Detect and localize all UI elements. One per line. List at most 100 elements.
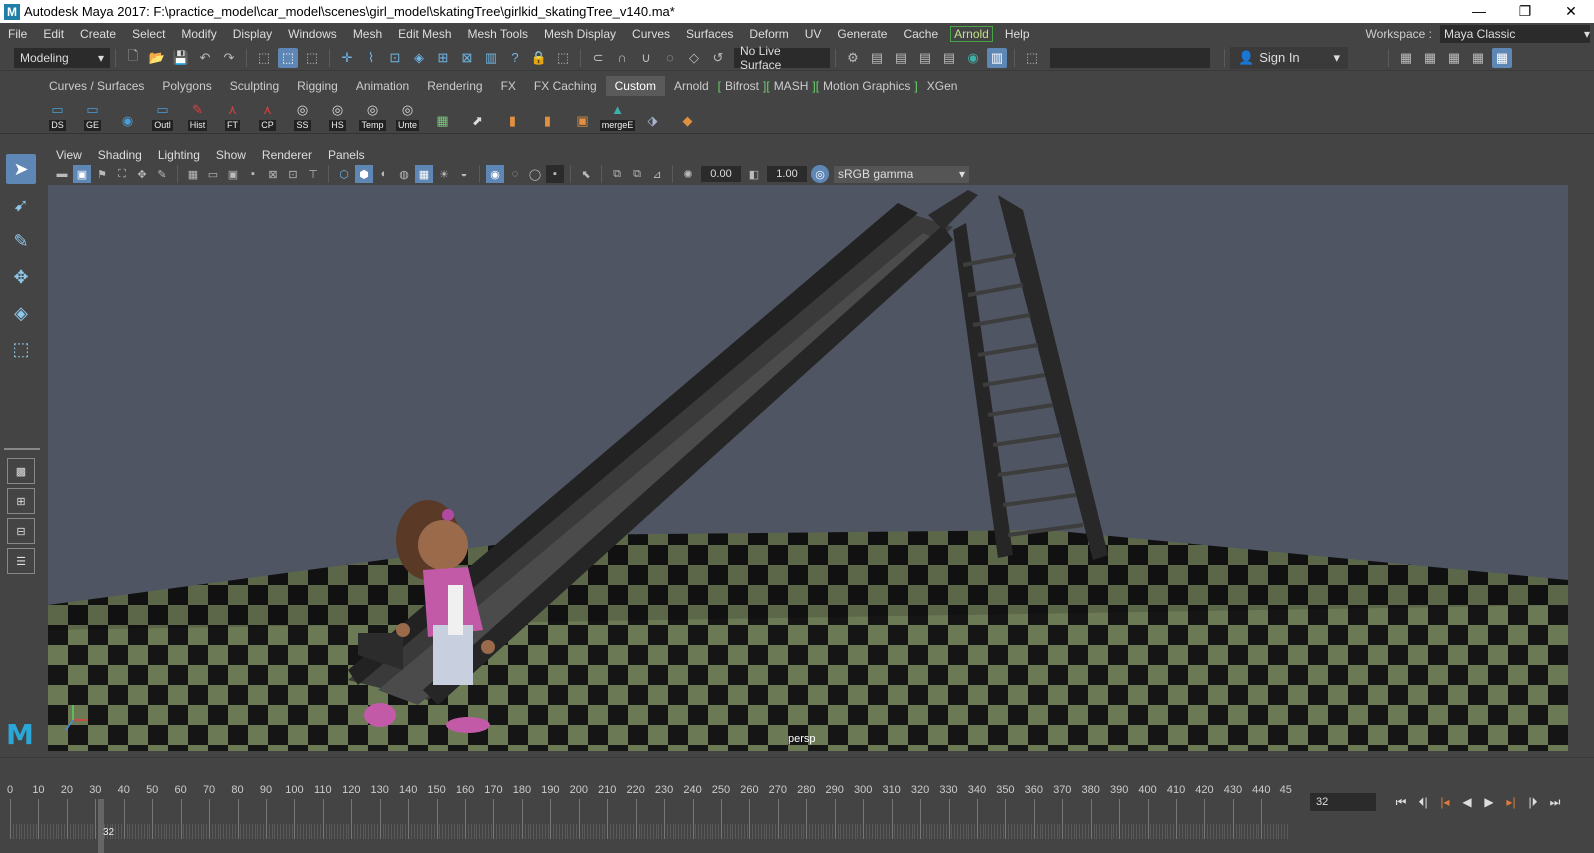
- side-by-side-layout-icon[interactable]: ⊟: [7, 518, 35, 544]
- use-all-lights-icon[interactable]: ☀: [435, 165, 453, 183]
- live-snap-icon[interactable]: ↺: [708, 48, 728, 68]
- snap-curve-icon[interactable]: ⌇: [361, 48, 381, 68]
- tab-rendering[interactable]: Rendering: [418, 76, 491, 96]
- shelf-button[interactable]: ⋏ CP: [252, 99, 284, 131]
- grid-icon[interactable]: ▦: [184, 165, 202, 183]
- tab-polygons[interactable]: Polygons: [153, 76, 220, 96]
- perspective-viewport[interactable]: persp: [48, 185, 1568, 751]
- render-current-icon[interactable]: ▤: [867, 48, 887, 68]
- tool-settings-icon[interactable]: ▦: [1444, 48, 1464, 68]
- step-back-key-icon[interactable]: |◂: [1434, 792, 1456, 812]
- tab-motion-graphics[interactable]: Motion Graphics: [819, 76, 914, 96]
- safe-title-icon[interactable]: ⊤: [304, 165, 322, 183]
- four-view-layout-icon[interactable]: ⊞: [7, 488, 35, 514]
- attribute-editor-icon[interactable]: ▦: [1420, 48, 1440, 68]
- xray-joints-icon[interactable]: ⧉: [608, 165, 626, 183]
- redo-icon[interactable]: ↷: [219, 48, 239, 68]
- range-slider-bar[interactable]: [0, 757, 1594, 781]
- panel-menu-renderer[interactable]: Renderer: [254, 148, 320, 162]
- select-hierarchy-icon[interactable]: ⬚: [254, 48, 274, 68]
- modeling-toolkit-icon[interactable]: ▦: [1396, 48, 1416, 68]
- workspace-dropdown[interactable]: Maya Classic ▾: [1440, 25, 1590, 43]
- menu-display[interactable]: Display: [225, 27, 280, 41]
- menu-set-dropdown[interactable]: Modeling ▾: [14, 47, 110, 68]
- menu-curves[interactable]: Curves: [624, 27, 678, 41]
- shelf-button[interactable]: ▭ Outl: [147, 99, 179, 131]
- tab-xgen[interactable]: XGen: [918, 76, 967, 96]
- magnet-icon[interactable]: ⊂: [588, 48, 608, 68]
- make-live-icon[interactable]: ⊠: [457, 48, 477, 68]
- layer-editor-icon[interactable]: ▦: [1492, 47, 1512, 68]
- menu-mesh-tools[interactable]: Mesh Tools: [460, 27, 536, 41]
- render-view-icon[interactable]: ▤: [939, 48, 959, 68]
- exposure-icon[interactable]: ✺: [679, 165, 697, 183]
- gamma-field[interactable]: 1.00: [767, 166, 807, 182]
- wireframe-on-shaded-icon[interactable]: ◍: [395, 165, 413, 183]
- select-component-icon[interactable]: ⬚: [302, 48, 322, 68]
- select-object-icon[interactable]: ⬚: [278, 47, 298, 68]
- snap-view-plane-icon[interactable]: ◈: [409, 48, 429, 68]
- tab-fx-caching[interactable]: FX Caching: [525, 76, 606, 96]
- shelf-button[interactable]: ▮: [532, 99, 564, 131]
- menu-arnold[interactable]: Arnold: [950, 26, 993, 42]
- lasso-tool-icon[interactable]: ➹: [6, 190, 36, 220]
- close-button[interactable]: ✕: [1548, 3, 1594, 20]
- anti-aliasing-icon[interactable]: ▪: [546, 165, 564, 183]
- safe-action-icon[interactable]: ⊡: [284, 165, 302, 183]
- shelf-button[interactable]: ◉: [112, 99, 144, 131]
- ambient-occlusion-icon[interactable]: ◌: [506, 165, 524, 183]
- ipr-render-icon[interactable]: ▤: [915, 48, 935, 68]
- menu-windows[interactable]: Windows: [280, 27, 345, 41]
- tab-arnold[interactable]: Arnold: [665, 76, 718, 96]
- film-gate-icon[interactable]: ▭: [204, 165, 222, 183]
- image-plane-icon[interactable]: ⛶: [113, 165, 131, 183]
- panel-menu-view[interactable]: View: [48, 148, 90, 162]
- step-forward-key-icon[interactable]: ▸|: [1500, 792, 1522, 812]
- undo-icon[interactable]: ↶: [195, 48, 215, 68]
- menu-edit[interactable]: Edit: [35, 27, 72, 41]
- play-forwards-icon[interactable]: ▶: [1478, 792, 1500, 812]
- arnold-renderview-icon[interactable]: ▥: [987, 47, 1007, 68]
- shelf-button[interactable]: ⬗: [637, 99, 669, 131]
- shelf-button[interactable]: ▮: [497, 99, 529, 131]
- shelf-button[interactable]: ◎ Unte: [392, 99, 424, 131]
- render-sequence-icon[interactable]: ▤: [891, 48, 911, 68]
- plane-snap-icon[interactable]: ◇: [684, 48, 704, 68]
- shelf-button[interactable]: ▲ mergeE: [599, 99, 636, 131]
- shelf-button[interactable]: ◎ HS: [322, 99, 354, 131]
- tab-bifrost[interactable]: Bifrost: [721, 76, 763, 96]
- default-material-icon[interactable]: ◐: [375, 165, 393, 183]
- surface-snap-icon[interactable]: ∪: [636, 48, 656, 68]
- bookmark-icon[interactable]: ⚑: [93, 165, 111, 183]
- outliner-layout-icon[interactable]: ☰: [7, 548, 35, 574]
- isolate-select-icon[interactable]: ⬉: [577, 165, 595, 183]
- tab-custom[interactable]: Custom: [605, 76, 665, 96]
- gate-mask-icon[interactable]: ▪: [244, 165, 262, 183]
- live-surface-field[interactable]: No Live Surface: [734, 44, 830, 72]
- shelf-button[interactable]: ✎ Hist: [182, 99, 214, 131]
- menu-deform[interactable]: Deform: [741, 27, 796, 41]
- panel-menu-shading[interactable]: Shading: [90, 148, 150, 162]
- single-perspective-layout-icon[interactable]: ▩: [7, 458, 35, 484]
- tab-rigging[interactable]: Rigging: [288, 76, 347, 96]
- menu-mesh[interactable]: Mesh: [345, 27, 390, 41]
- shelf-button[interactable]: ◎ Temp: [357, 99, 389, 131]
- lock-icon[interactable]: 🔒: [529, 48, 549, 68]
- textured-icon[interactable]: ▦: [415, 165, 433, 183]
- paint-select-tool-icon[interactable]: ✎: [6, 226, 36, 256]
- menu-file[interactable]: File: [0, 27, 35, 41]
- scale-tool-icon[interactable]: ⬚: [6, 334, 36, 364]
- menu-help[interactable]: Help: [997, 27, 1038, 41]
- snap-point-icon[interactable]: ⊡: [385, 48, 405, 68]
- go-to-end-icon[interactable]: ⏭: [1544, 792, 1566, 812]
- snap-vertex-icon[interactable]: ▥: [481, 48, 501, 68]
- camera-attributes-icon[interactable]: ▣: [73, 165, 91, 183]
- select-camera-icon[interactable]: ▬: [53, 165, 71, 183]
- shadows-icon[interactable]: ◒: [455, 165, 473, 183]
- xray-active-icon[interactable]: ⧉: [628, 165, 646, 183]
- color-management-icon[interactable]: ◎: [811, 165, 829, 183]
- current-frame-field[interactable]: 32: [1310, 793, 1376, 811]
- wireframe-icon[interactable]: ⬡: [335, 165, 353, 183]
- minimize-button[interactable]: —: [1456, 3, 1502, 20]
- select-lock-icon[interactable]: ⬚: [553, 48, 573, 68]
